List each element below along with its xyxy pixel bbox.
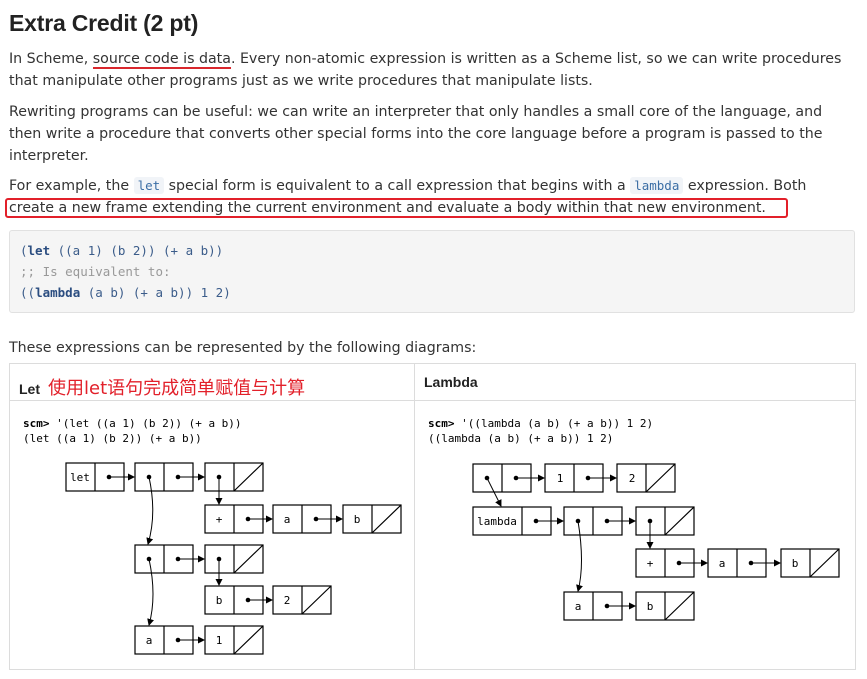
code-block: (let ((a 1) (b 2)) (+ a b)) ;; Is equiva… xyxy=(9,230,855,313)
svg-text:b: b xyxy=(647,600,654,613)
intro-paragraph: In Scheme, source code is data. Every no… xyxy=(9,51,842,89)
svg-text:a: a xyxy=(575,600,582,613)
rewriting-paragraph: Rewriting programs can be useful: we can… xyxy=(9,104,823,164)
let-inline-code: let xyxy=(133,177,165,194)
let-symbol-label: let xyxy=(70,471,90,484)
svg-text:a: a xyxy=(719,557,726,570)
svg-text:+: + xyxy=(647,557,654,570)
lambda-symbol-label: lambda xyxy=(477,515,517,528)
let-box-pointer-diagram: let + a b b 2 a 1 xyxy=(65,462,402,655)
page-title: Extra Credit (2 pt) xyxy=(9,10,199,36)
svg-text:+: + xyxy=(216,513,223,526)
lambda-inline-code: lambda xyxy=(630,177,684,194)
svg-text:b: b xyxy=(792,557,799,570)
svg-text:b: b xyxy=(216,594,223,607)
svg-text:a: a xyxy=(146,634,153,647)
diagrams-intro: These expressions can be represented by … xyxy=(9,340,477,356)
lambda-box-pointer-diagram: 1 2 lambda + a b a b xyxy=(472,463,840,621)
svg-text:1: 1 xyxy=(216,634,223,647)
svg-text:b: b xyxy=(354,513,361,526)
svg-text:a: a xyxy=(284,513,291,526)
svg-text:2: 2 xyxy=(284,594,291,607)
svg-text:1: 1 xyxy=(557,472,564,485)
diagram-table: Let 使用let语句完成简单赋值与计算 Lambda scm> '(let ((… xyxy=(9,363,856,670)
red-highlight-box xyxy=(5,198,788,218)
underlined-phrase: source code is data xyxy=(92,51,231,69)
svg-text:2: 2 xyxy=(629,472,636,485)
